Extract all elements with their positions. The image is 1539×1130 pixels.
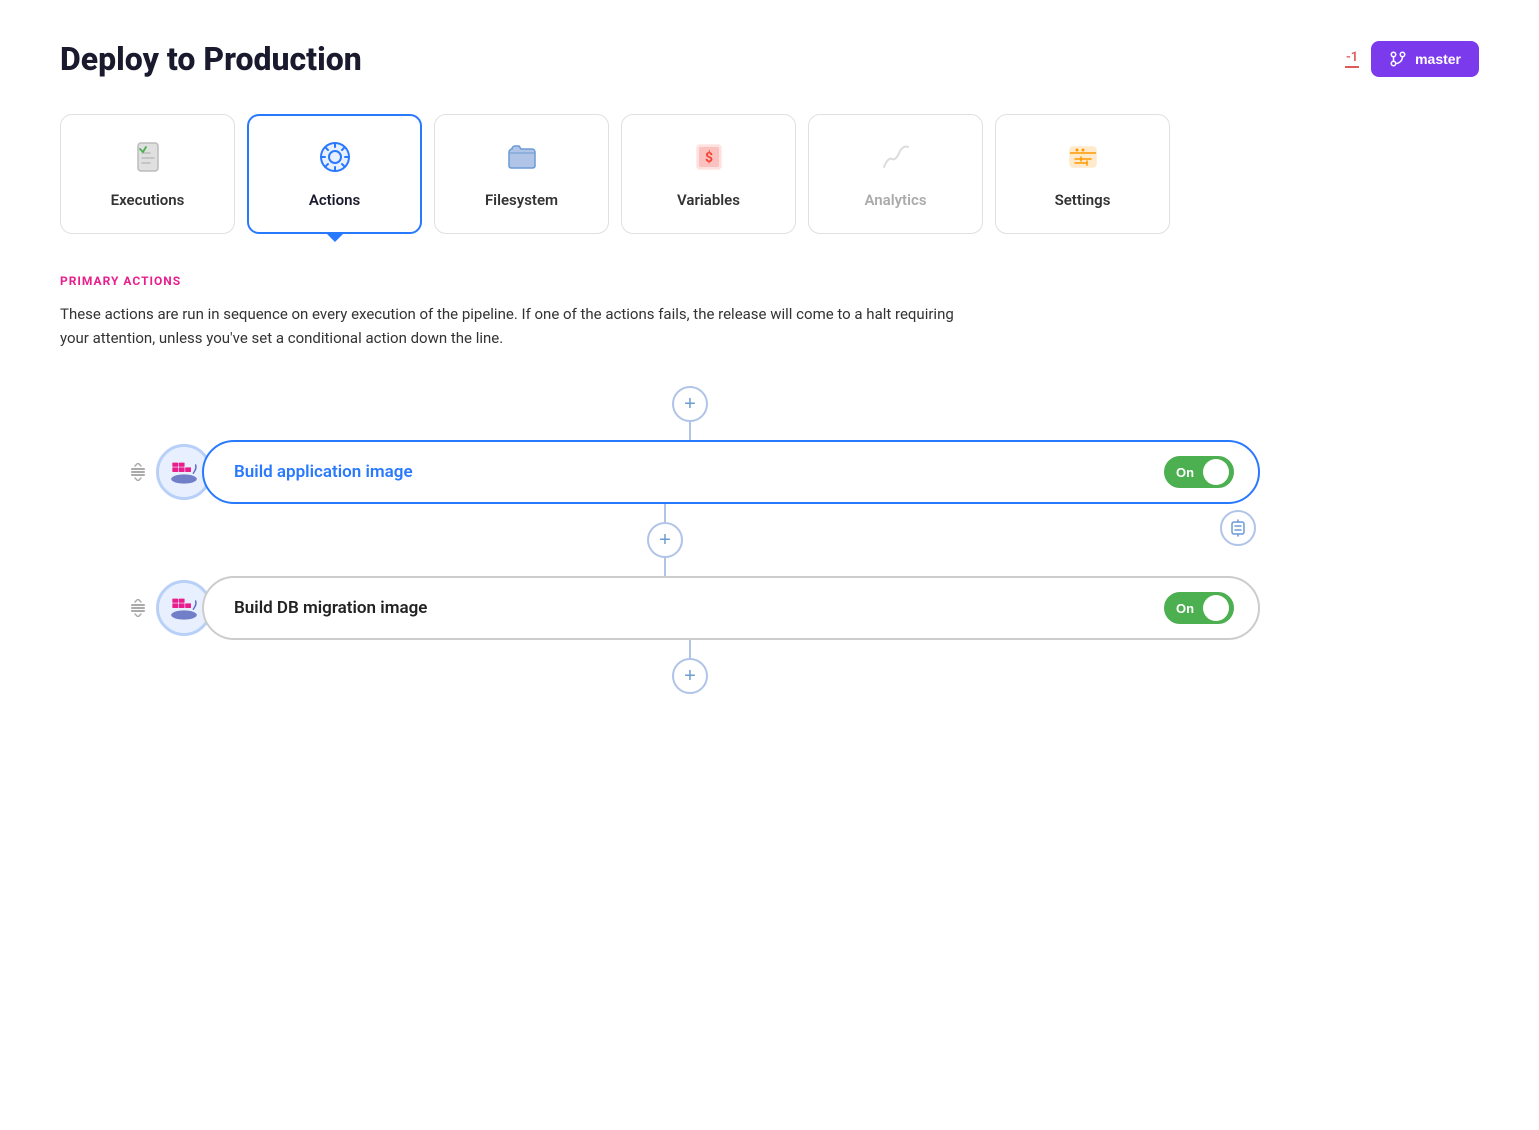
section-description: These actions are run in sequence on eve… bbox=[60, 302, 960, 350]
tab-filesystem-label: Filesystem bbox=[485, 191, 558, 209]
drag-handle-2[interactable] bbox=[120, 590, 156, 626]
action-name-2: Build DB migration image bbox=[234, 598, 427, 618]
tab-filesystem[interactable]: Filesystem bbox=[434, 114, 609, 234]
section-label: PRIMARY ACTIONS bbox=[60, 274, 1479, 288]
settings-icon bbox=[1065, 139, 1101, 181]
drag-handle-1[interactable] bbox=[120, 454, 156, 490]
toggle-wrapper-2: On bbox=[1164, 592, 1234, 624]
toggle-2[interactable]: On bbox=[1164, 592, 1234, 624]
tab-settings[interactable]: Settings bbox=[995, 114, 1170, 234]
tab-variables[interactable]: $ Variables bbox=[621, 114, 796, 234]
tab-actions[interactable]: Actions bbox=[247, 114, 422, 234]
toggle-wrapper-1: On bbox=[1164, 456, 1234, 488]
connector-line-2 bbox=[664, 504, 666, 522]
tab-settings-label: Settings bbox=[1055, 191, 1111, 209]
add-action-button-bottom[interactable]: + bbox=[672, 658, 708, 694]
action-row-2: Build DB migration image On bbox=[120, 576, 1260, 640]
tab-variables-label: Variables bbox=[677, 191, 740, 209]
add-btn-wrapper-top: + bbox=[120, 386, 1260, 422]
connector-line-4 bbox=[689, 640, 691, 658]
docker-icon-1 bbox=[166, 458, 202, 486]
tab-executions[interactable]: Executions bbox=[60, 114, 235, 234]
toggle-knob-1 bbox=[1203, 459, 1229, 485]
executions-icon bbox=[130, 139, 166, 181]
tabs-container: Executions Actions bbox=[60, 114, 1479, 234]
action-card-1[interactable]: Build application image On bbox=[202, 440, 1260, 504]
connector-line-1 bbox=[689, 422, 691, 440]
docker-icon-2 bbox=[166, 594, 202, 622]
svg-text:$: $ bbox=[704, 149, 712, 166]
master-button[interactable]: master bbox=[1371, 41, 1479, 77]
page-header: Deploy to Production -1 master bbox=[60, 40, 1479, 78]
connector-line-3 bbox=[664, 558, 666, 576]
toggle-knob-2 bbox=[1203, 595, 1229, 621]
filesystem-icon bbox=[504, 139, 540, 181]
tab-analytics[interactable]: Analytics bbox=[808, 114, 983, 234]
notification-badge: -1 bbox=[1345, 51, 1359, 68]
analytics-icon bbox=[878, 139, 914, 181]
header-right: -1 master bbox=[1345, 41, 1479, 77]
toggle-1[interactable]: On bbox=[1164, 456, 1234, 488]
variables-icon: $ bbox=[691, 139, 727, 181]
tab-actions-label: Actions bbox=[309, 191, 360, 209]
tab-analytics-label: Analytics bbox=[864, 191, 926, 209]
tab-executions-label: Executions bbox=[111, 191, 185, 209]
section-container: PRIMARY ACTIONS bbox=[60, 274, 1479, 288]
pipeline-container: + bbox=[60, 386, 1479, 694]
actions-icon bbox=[317, 139, 353, 181]
action-row-1: Build application image On bbox=[120, 440, 1260, 504]
branch-icon bbox=[1389, 50, 1407, 68]
action-card-2[interactable]: Build DB migration image On bbox=[202, 576, 1260, 640]
filter-icon-1[interactable] bbox=[1220, 510, 1256, 546]
action-name-1: Build application image bbox=[234, 462, 413, 482]
notif-underline bbox=[1345, 66, 1359, 68]
add-action-button-middle[interactable]: + bbox=[647, 522, 683, 558]
add-action-button-top[interactable]: + bbox=[672, 386, 708, 422]
page-title: Deploy to Production bbox=[60, 40, 362, 78]
